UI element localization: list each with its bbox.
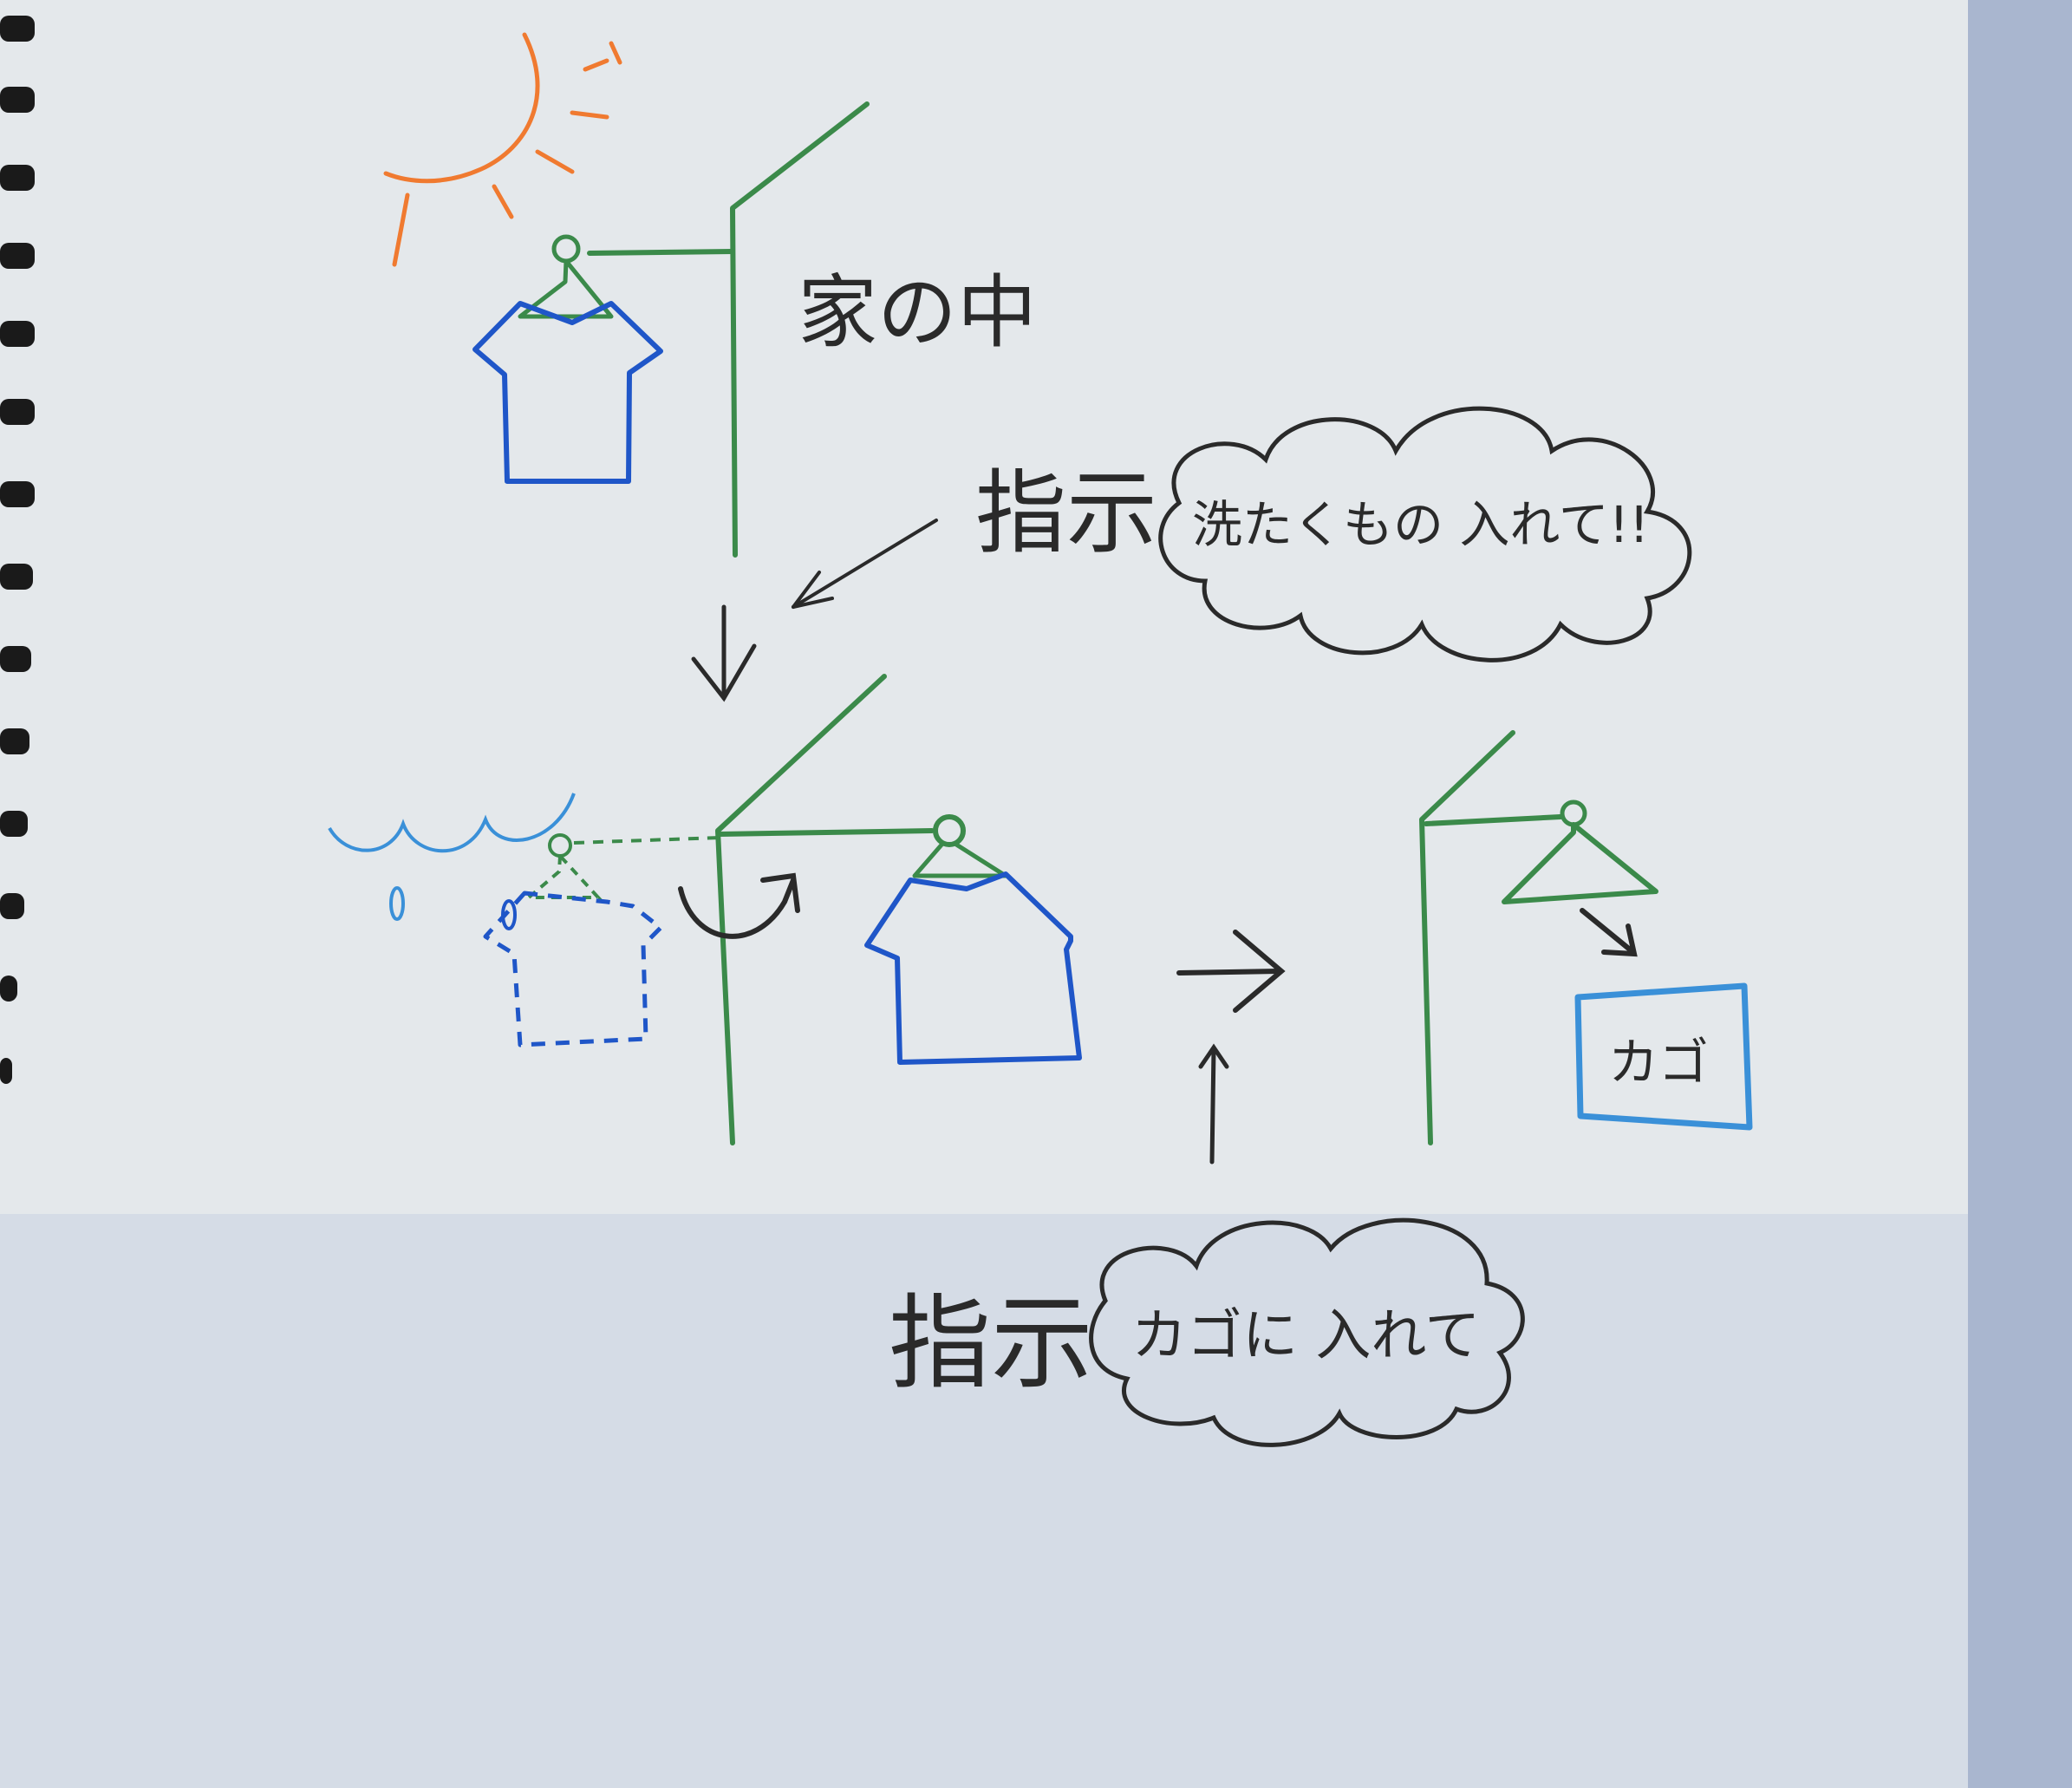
bubble-1-text: 洗たくもの 入れて!! bbox=[1192, 495, 1649, 554]
basket-label: カゴ bbox=[1608, 1033, 1709, 1092]
sketch-diagram: 家の中 指示 洗たくもの 入れて!! カゴ 指示 カゴに 入れて bbox=[0, 0, 2072, 1788]
label-instruction-2: 指示 bbox=[889, 1283, 1093, 1403]
paper-shadow-edge bbox=[1968, 0, 2072, 1788]
label-instruction-1: 指示 bbox=[975, 460, 1157, 566]
label-inside-house: 家の中 bbox=[798, 266, 1037, 359]
bubble-2-text: カゴに 入れて bbox=[1131, 1304, 1480, 1368]
